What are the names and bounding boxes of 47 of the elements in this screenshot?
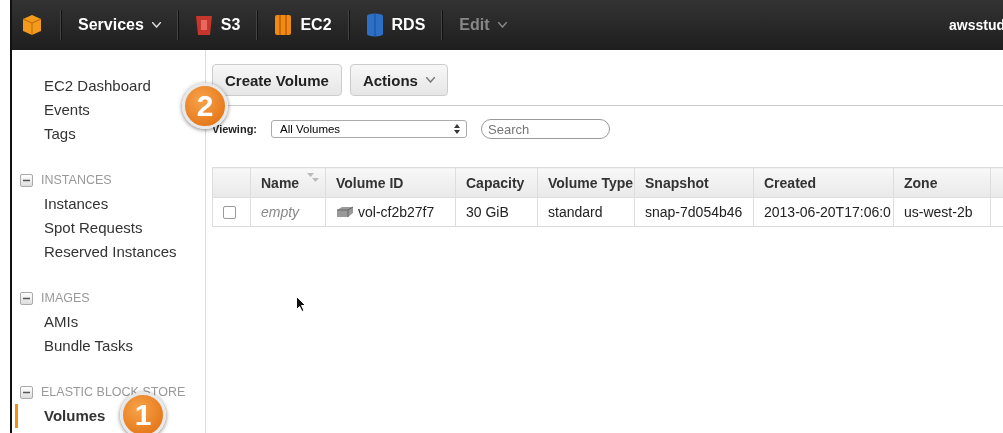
sidebar-item[interactable]: Events <box>15 98 90 122</box>
table-header-cell[interactable]: Capacity <box>455 167 538 198</box>
sidebar-item[interactable]: Instances <box>15 192 109 216</box>
table-cell: 30 GiB <box>455 197 538 227</box>
table-header-cell[interactable]: Volume Type <box>537 167 635 198</box>
table-header-cell[interactable]: Volume ID <box>325 167 456 198</box>
disk-icon <box>336 206 354 218</box>
nav-menu-item[interactable]: S3 <box>178 0 257 50</box>
section-heading: INSTANCES <box>41 173 112 187</box>
server-icon <box>274 14 293 36</box>
cube-logo-icon[interactable] <box>22 14 42 36</box>
nav-menu-item[interactable]: RDS <box>349 0 442 50</box>
row-checkbox[interactable] <box>223 205 236 219</box>
sidebar-item[interactable]: Spot Requests <box>15 216 143 240</box>
sidebar-item[interactable]: EC2 Dashboard <box>15 74 151 98</box>
table-cell: empty <box>250 197 326 227</box>
table-cell: standard <box>537 197 635 227</box>
nav-menu-item[interactable]: Services <box>62 0 177 50</box>
table-header-cell[interactable]: Zone <box>893 167 991 198</box>
sidebar-item[interactable]: Tags <box>15 122 76 146</box>
table-cell: snap-7d054b46 <box>634 197 754 227</box>
table-cell: 2013-06-20T17:06:0 <box>753 197 894 227</box>
collapse-icon[interactable] <box>20 173 33 187</box>
sidebar-item[interactable]: Reserved Instances <box>15 240 177 264</box>
nav-menu-item[interactable]: EC2 <box>258 0 348 50</box>
mouse-cursor-icon <box>296 296 306 312</box>
caret-icon <box>425 77 435 83</box>
search-field[interactable]: Search <box>481 119 611 139</box>
table-header-cell[interactable]: Snapshot <box>634 167 754 198</box>
sidebar-item[interactable]: AMIs <box>15 310 79 334</box>
table-header-cell[interactable]: Created <box>753 167 894 198</box>
dropdown-button[interactable]: Actions <box>349 64 448 96</box>
sidebar-item[interactable]: Bundle Tasks <box>15 334 133 358</box>
section-heading: IMAGES <box>41 291 90 305</box>
updown-arrows-icon <box>454 124 461 134</box>
view-select[interactable]: All Volumes <box>271 120 468 138</box>
table-cell: vol-cf2b27f7 <box>325 197 456 227</box>
table-cell: us-west-2b <box>893 197 991 227</box>
collapse-icon[interactable] <box>20 385 33 399</box>
caret-icon <box>497 22 507 28</box>
sidebar-item[interactable]: Volumes <box>15 404 106 428</box>
bucket-icon <box>194 14 213 36</box>
action-button[interactable]: Create Volume <box>212 64 342 96</box>
table-header-cell[interactable]: Name <box>250 167 326 198</box>
collapse-icon[interactable] <box>20 291 33 305</box>
database-icon <box>365 13 384 37</box>
caret-icon <box>151 22 161 28</box>
